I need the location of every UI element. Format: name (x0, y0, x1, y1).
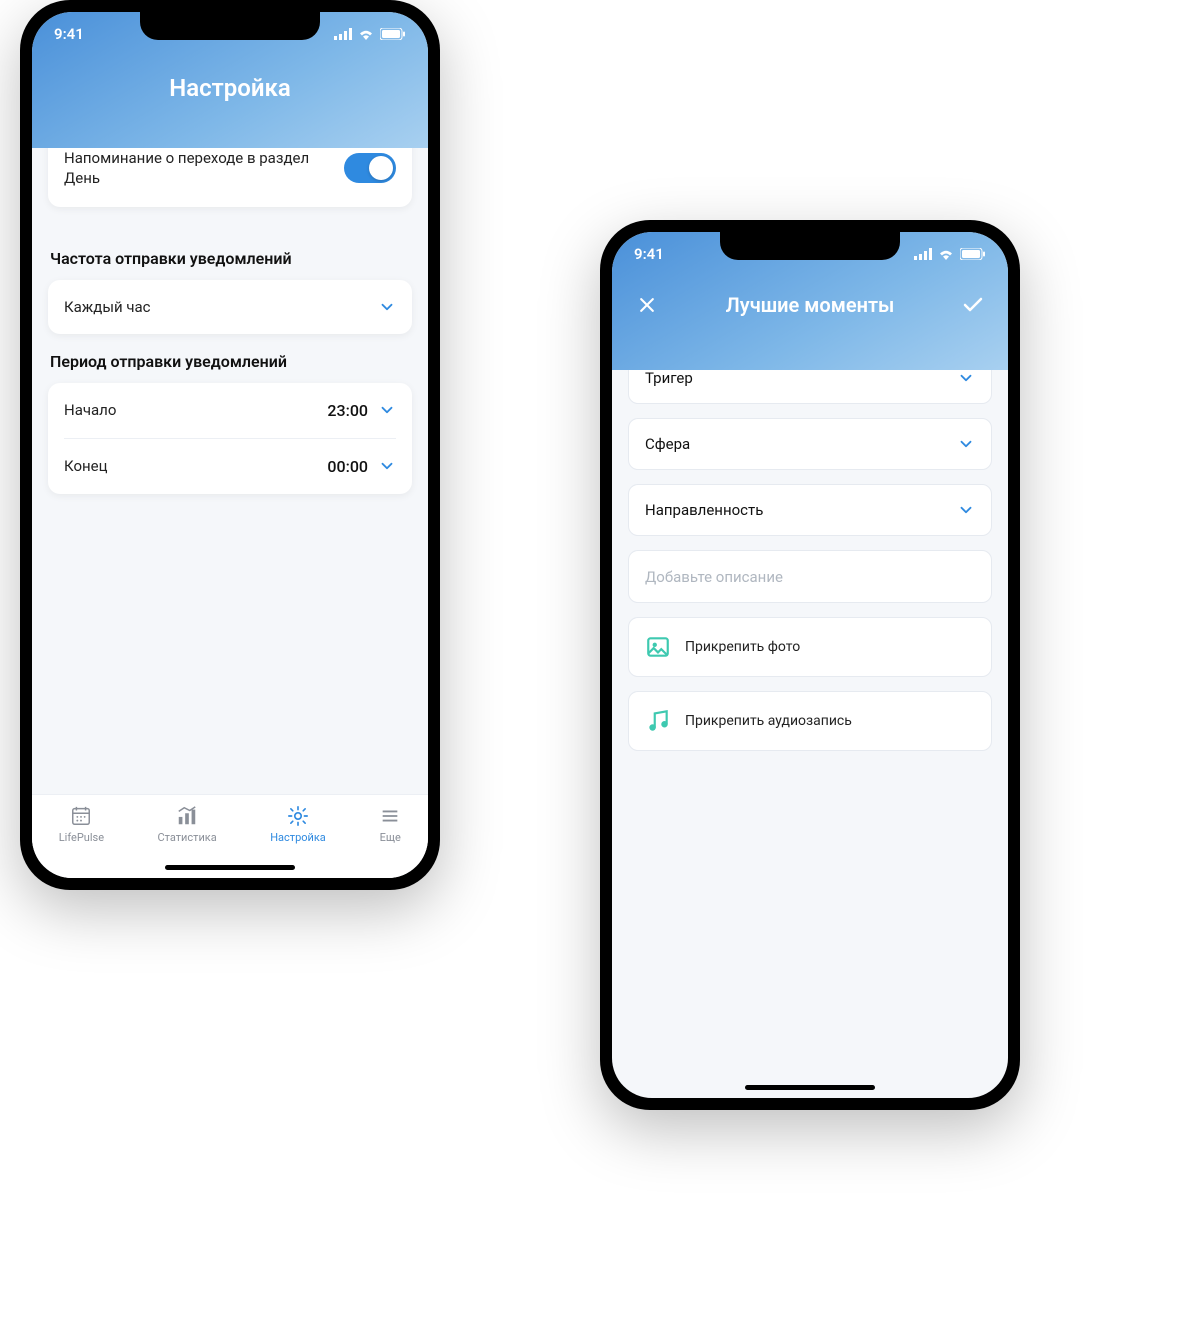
phone-mockup-moments: 9:41 Лучшие моменты Тригер (600, 220, 1020, 1110)
page-title: Настройка (32, 74, 428, 102)
period-heading: Период отправки уведомлений (50, 352, 412, 371)
tab-more[interactable]: Еще (379, 805, 401, 844)
description-input[interactable]: Добавьте описание (628, 550, 992, 603)
frequency-value: Каждый час (64, 298, 151, 316)
status-time: 9:41 (634, 245, 664, 263)
gear-icon (287, 805, 309, 827)
wifi-icon (358, 28, 374, 40)
tab-lifepulse[interactable]: LifePulse (59, 805, 104, 844)
close-icon (637, 295, 657, 315)
frequency-select[interactable]: Каждый час (48, 280, 412, 334)
period-card: Начало 23:00 Конец 00:00 (48, 383, 412, 494)
period-end-label: Конец (64, 457, 108, 475)
signal-icon (334, 28, 352, 40)
direction-dropdown[interactable]: Направленность (628, 484, 992, 536)
chevron-down-icon (957, 501, 975, 519)
period-end-row[interactable]: Конец 00:00 (64, 439, 396, 494)
tab-label: LifePulse (59, 831, 104, 844)
tab-stats[interactable]: Статистика (158, 805, 217, 844)
phone-mockup-settings: 9:41 Настройка Напоминание о переходе в … (20, 0, 440, 890)
tab-label: Статистика (158, 831, 217, 844)
tab-label: Настройка (270, 831, 326, 844)
reminder-toggle[interactable] (344, 153, 396, 183)
home-indicator (745, 1085, 875, 1090)
chevron-down-icon (957, 369, 975, 387)
home-indicator (165, 865, 295, 870)
photo-icon (645, 634, 671, 660)
dropdown-label: Тригер (645, 369, 693, 387)
attach-audio-button[interactable]: Прикрепить аудиозапись (628, 691, 992, 751)
dropdown-label: Направленность (645, 501, 763, 519)
chevron-down-icon (378, 298, 396, 316)
attach-photo-button[interactable]: Прикрепить фото (628, 617, 992, 677)
attach-audio-label: Прикрепить аудиозапись (685, 713, 852, 729)
confirm-button[interactable] (958, 290, 988, 320)
page-title: Лучшие моменты (662, 293, 958, 317)
period-end-value: 00:00 (327, 457, 368, 476)
chevron-down-icon (957, 435, 975, 453)
battery-icon (380, 28, 406, 40)
period-start-row[interactable]: Начало 23:00 (64, 383, 396, 438)
calendar-icon (70, 805, 92, 827)
reminder-label: Напоминание о переходе в раздел День (64, 148, 324, 189)
music-icon (645, 708, 671, 734)
chevron-down-icon (378, 401, 396, 419)
battery-icon (960, 248, 986, 260)
menu-icon (379, 805, 401, 827)
period-start-value: 23:00 (327, 401, 368, 420)
sphere-dropdown[interactable]: Сфера (628, 418, 992, 470)
close-button[interactable] (632, 290, 662, 320)
period-start-label: Начало (64, 401, 116, 419)
wifi-icon (938, 248, 954, 260)
chevron-down-icon (378, 457, 396, 475)
status-time: 9:41 (54, 25, 84, 43)
stats-icon (176, 805, 198, 827)
tab-label: Еще (380, 831, 401, 844)
frequency-heading: Частота отправки уведомлений (50, 249, 412, 268)
phone-notch (720, 232, 900, 260)
attach-photo-label: Прикрепить фото (685, 639, 800, 655)
signal-icon (914, 248, 932, 260)
dropdown-label: Сфера (645, 435, 690, 453)
phone-notch (140, 12, 320, 40)
description-placeholder: Добавьте описание (645, 568, 783, 586)
check-icon (961, 293, 985, 317)
tab-settings[interactable]: Настройка (270, 805, 326, 844)
